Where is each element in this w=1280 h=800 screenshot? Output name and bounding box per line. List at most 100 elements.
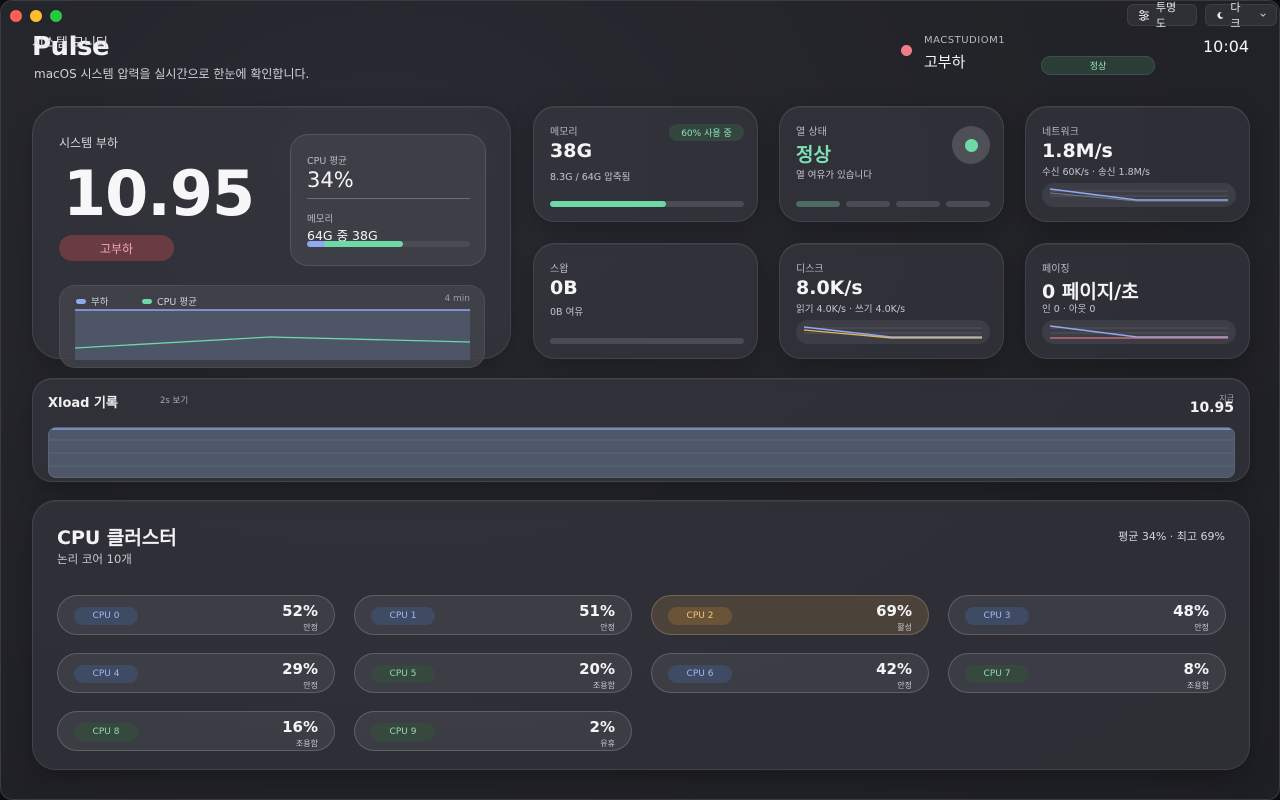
cpu-avg-value: 34%	[307, 168, 354, 192]
window-controls	[10, 10, 62, 22]
chevron-down-icon	[1260, 13, 1266, 17]
system-load-card: 시스템 부하 10.95 고부하 CPU 평균 34% 메모리 64G 중 38…	[32, 106, 511, 368]
cpu-core-name: CPU 6	[668, 665, 732, 683]
network-card: 네트워크 1.8M/s 수신 60K/s · 송신 1.8M/s	[1025, 106, 1250, 222]
status-badge: 정상	[1041, 56, 1155, 75]
xload-history-card: Xload 기록 2s 보기 지금 10.95	[32, 378, 1250, 482]
theme-label: 다크	[1230, 1, 1241, 30]
legend-cpu: CPU 평균	[142, 294, 197, 308]
cpu-cluster-title: CPU 클러스터	[57, 527, 177, 549]
swap-sub: 0B 여유	[550, 307, 584, 318]
cpu-core-state: 안정	[303, 623, 318, 632]
cpu-cluster-subtitle: 논리 코어 10개	[57, 552, 132, 566]
cpu-core-item: CPU 1 51% 안정	[354, 595, 632, 635]
cpu-core-item: CPU 5 20% 조용함	[354, 653, 632, 693]
paging-label: 페이징	[1042, 264, 1070, 275]
disk-chart	[796, 320, 990, 344]
network-chart	[1042, 183, 1236, 207]
cpu-core-percent: 8%	[1183, 660, 1209, 678]
paging-value: 0 페이지/초	[1042, 281, 1139, 303]
host-state: 고부하	[924, 53, 966, 71]
legend-cpu-swatch	[142, 298, 152, 304]
cpu-core-percent: 51%	[579, 602, 615, 620]
cpu-core-state: 조용함	[295, 739, 318, 748]
thermal-sub: 열 여유가 있습니다	[796, 170, 872, 181]
load-title: 시스템 부하	[59, 136, 119, 150]
cpu-core-item: CPU 8 16% 조용함	[57, 711, 335, 751]
host-name: MACSTUDIOM1	[924, 35, 1006, 46]
app-window: 투명도 다크 Pulse 시스템 모니터 macOS 시스템 압력을 실시간으로…	[0, 0, 1280, 800]
cpu-avg-label: CPU 평균	[307, 156, 347, 167]
disk-value: 8.0K/s	[796, 277, 863, 299]
legend-load-label: 부하	[91, 297, 109, 308]
cpu-memory-summary: CPU 평균 34% 메모리 64G 중 38G	[290, 134, 486, 266]
clock: 10:04	[1203, 37, 1250, 56]
disk-label: 디스크	[796, 264, 824, 275]
disk-sub: 읽기 4.0K/s · 쓰기 4.0K/s	[796, 304, 906, 315]
swap-bar	[550, 338, 744, 344]
cpu-core-percent: 69%	[876, 602, 912, 620]
cpu-core-state: 조용함	[1186, 681, 1209, 690]
cpu-core-name: CPU 9	[371, 723, 435, 741]
cpu-core-name: CPU 2	[668, 607, 732, 625]
thermal-level-segment	[846, 201, 890, 207]
load-trend-chart: 부하 CPU 평균 4 min	[59, 285, 485, 368]
cpu-core-percent: 2%	[589, 718, 615, 736]
thermal-level-segment	[896, 201, 940, 207]
swap-value: 0B	[550, 277, 578, 299]
xload-title: Xload 기록	[48, 396, 118, 411]
cpu-core-percent: 16%	[282, 718, 318, 736]
sliders-icon	[1138, 9, 1149, 21]
thermal-card: 열 상태 정상 열 여유가 있습니다	[779, 106, 1004, 222]
cpu-core-percent: 29%	[282, 660, 318, 678]
cpu-core-name: CPU 4	[74, 665, 138, 683]
cpu-core-name: CPU 7	[965, 665, 1029, 683]
host-status-dot	[901, 45, 912, 56]
cpu-core-name: CPU 8	[74, 723, 138, 741]
network-label: 네트워크	[1042, 127, 1079, 138]
memory-card-bar-fill	[550, 201, 667, 207]
chart-window-label: 4 min	[444, 294, 470, 304]
cpu-core-state: 조용함	[592, 681, 615, 690]
thermal-label: 열 상태	[796, 127, 827, 138]
load-value: 10.95	[63, 157, 255, 230]
cpu-cluster-summary: 평균 34% · 최고 69%	[1118, 530, 1225, 543]
theme-button[interactable]: 다크	[1205, 1, 1277, 30]
cpu-core-state: 안정	[303, 681, 318, 690]
cpu-core-percent: 20%	[579, 660, 615, 678]
moon-icon	[1217, 11, 1224, 19]
app-title: Pulse 시스템 모니터	[32, 32, 110, 62]
app-description: macOS 시스템 압력을 실시간으로 한눈에 확인합니다.	[34, 67, 310, 81]
network-sub: 수신 60K/s · 송신 1.8M/s	[1042, 167, 1150, 178]
paging-chart	[1042, 320, 1236, 344]
cpu-core-percent: 42%	[876, 660, 912, 678]
swap-card: 스왑 0B 0B 여유	[533, 243, 758, 359]
cpu-cluster-card: CPU 클러스터 논리 코어 10개 평균 34% · 최고 69% CPU 0…	[32, 500, 1250, 770]
close-window-button[interactable]	[10, 10, 22, 22]
disk-card: 디스크 8.0K/s 읽기 4.0K/s · 쓰기 4.0K/s	[779, 243, 1004, 359]
thermal-value: 정상	[796, 144, 831, 166]
cpu-core-item: CPU 2 69% 활성	[651, 595, 929, 635]
summary-divider	[307, 198, 470, 199]
memory-card-value: 38G	[550, 140, 593, 162]
opacity-label: 투명도	[1155, 1, 1177, 30]
cpu-core-state: 안정	[1194, 623, 1209, 632]
cpu-core-name: CPU 5	[371, 665, 435, 683]
cpu-core-percent: 52%	[282, 602, 318, 620]
zoom-window-button[interactable]	[50, 10, 62, 22]
legend-cpu-label: CPU 평균	[157, 297, 197, 308]
cpu-core-item: CPU 4 29% 안정	[57, 653, 335, 693]
cpu-core-item: CPU 6 42% 안정	[651, 653, 929, 693]
memory-card-bar	[550, 201, 744, 207]
app-subtitle: 시스템 모니터	[32, 36, 108, 51]
xload-chart	[48, 427, 1235, 478]
thermal-level-segment	[946, 201, 990, 207]
minimize-window-button[interactable]	[30, 10, 42, 22]
cpu-core-state: 안정	[600, 623, 615, 632]
opacity-button[interactable]: 투명도	[1127, 1, 1197, 30]
xload-interval: 2s 보기	[160, 396, 189, 406]
xload-now-value: 10.95	[1189, 400, 1234, 416]
memory-card: 메모리 60% 사용 중 38G 8.3G / 64G 압축됨	[533, 106, 758, 222]
memory-card-sub: 8.3G / 64G 압축됨	[550, 172, 631, 183]
cpu-core-state: 안정	[897, 681, 912, 690]
